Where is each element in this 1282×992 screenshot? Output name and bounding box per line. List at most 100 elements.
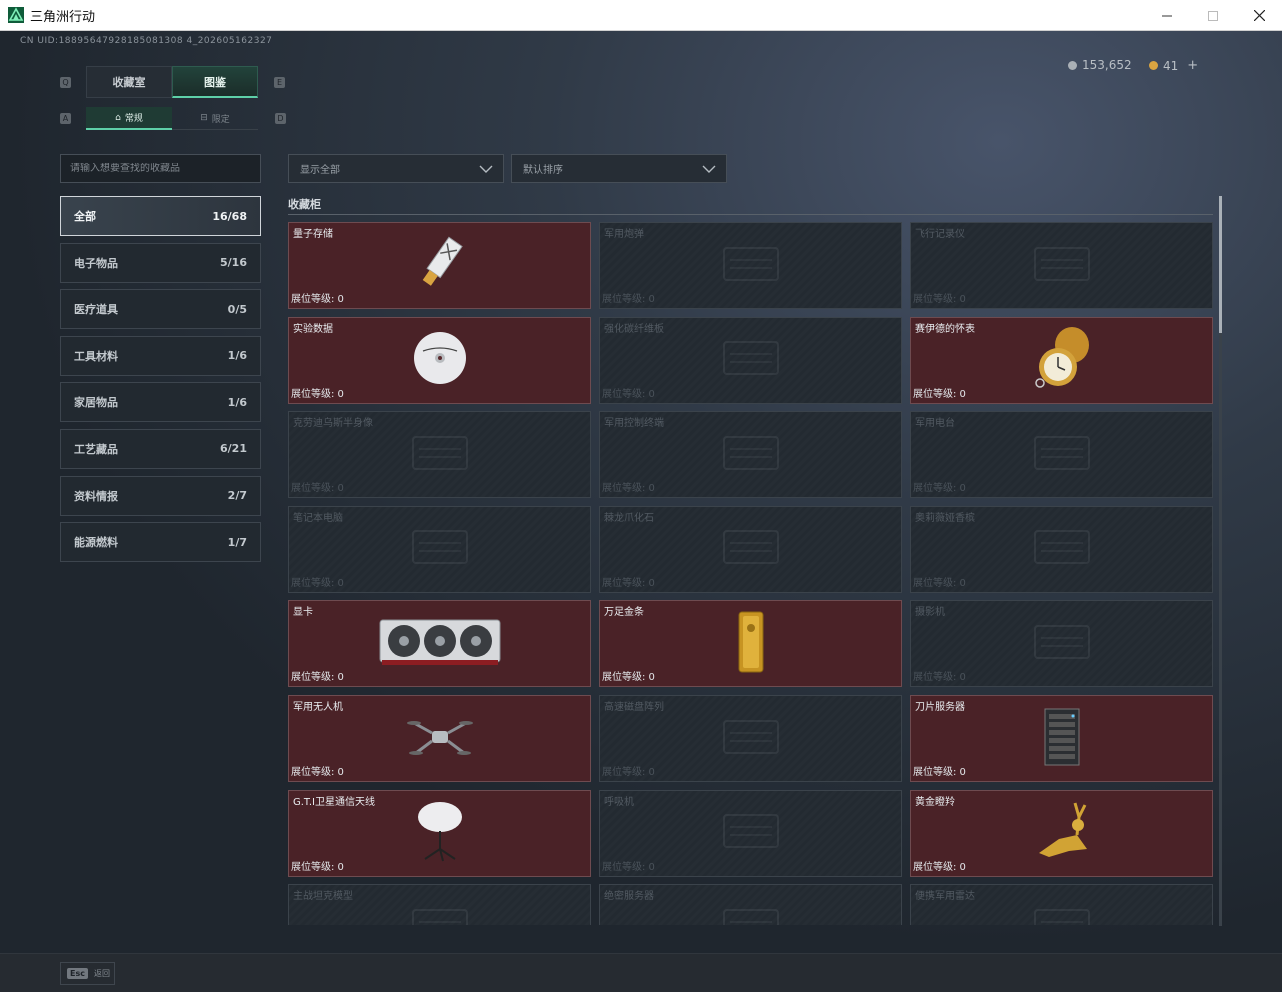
item-level: 展位等级: 0 [602, 672, 655, 684]
minimize-button[interactable] [1144, 0, 1190, 31]
app-logo-icon [8, 7, 24, 23]
maximize-button[interactable] [1190, 0, 1236, 31]
collection-item-card[interactable]: 实验数据 展位等级: 0 [288, 316, 591, 404]
item-level: 展位等级: 0 [602, 767, 655, 778]
category-name: 资料情报 [74, 489, 118, 503]
item-level: 展位等级: 0 [291, 294, 344, 305]
collection-item-card[interactable]: 笔记本电脑 展位等级: 0 [288, 505, 591, 593]
item-level: 展位等级: 0 [602, 483, 655, 495]
category-name: 电子物品 [74, 256, 118, 270]
item-name: 万足金条 [604, 607, 644, 619]
sub-tabs: ⌂ 常规 ⊟ 限定 [86, 107, 258, 130]
filter-dropdown-value: 显示全部 [300, 165, 340, 176]
key-hint-right-icon: E [274, 77, 285, 88]
item-name: 飞行记录仪 [915, 229, 965, 240]
search-box[interactable] [60, 154, 261, 183]
scrollbar-thumb[interactable] [1219, 196, 1222, 333]
category-count: 1/6 [227, 349, 247, 363]
currency-gold: 41 + [1149, 58, 1198, 73]
collection-item-card[interactable]: 克劳迪乌斯半身像 展位等级: 0 [288, 411, 591, 499]
flight-recorder-icon [1027, 240, 1097, 292]
champagne-icon [1027, 523, 1097, 575]
collection-item-card[interactable]: 呼吸机 展位等级: 0 [599, 789, 902, 877]
category-crafts[interactable]: 工艺藏品 6/21 [60, 428, 261, 469]
category-medical[interactable]: 医疗道具 0/5 [60, 289, 261, 330]
category-name: 全部 [74, 210, 96, 223]
sort-dropdown[interactable]: 默认排序 [511, 154, 727, 183]
tab-collection-room[interactable]: 收藏室 [86, 66, 172, 98]
filter-dropdown[interactable]: 显示全部 [288, 154, 504, 183]
collection-item-card[interactable]: 棘龙爪化石 展位等级: 0 [599, 505, 902, 593]
subtab-key-left-icon: A [60, 113, 71, 124]
category-all[interactable]: 全部 16/68 [60, 196, 261, 236]
collection-item-card[interactable]: 黄金瞪羚 展位等级: 0 [910, 789, 1213, 877]
collection-item-card[interactable]: 赛伊德的怀表 展位等级: 0 [910, 316, 1213, 404]
search-input[interactable] [70, 163, 260, 174]
fossil-icon [716, 523, 786, 575]
limited-icon: ⊟ [200, 113, 208, 123]
item-name: 便携军用雷达 [915, 891, 975, 903]
collection-item-card[interactable]: 显卡 展位等级: 0 [288, 600, 591, 688]
collection-item-card[interactable]: 便携军用雷达展位等级: 0 [910, 884, 1213, 925]
collection-item-card[interactable]: 万足金条展位等级: 0 [599, 600, 902, 688]
camera-icon [1027, 618, 1097, 670]
collection-item-card[interactable]: 奥莉薇娅香槟 展位等级: 0 [910, 505, 1213, 593]
item-name: 奥莉薇娅香槟 [915, 512, 975, 524]
category-name: 医疗道具 [74, 303, 118, 317]
player-uid: CN UID:18895647928185081308 4_2026051623… [20, 36, 273, 46]
gold-gazelle-icon [1029, 799, 1095, 867]
add-currency-button[interactable]: + [1187, 58, 1198, 73]
category-electronics[interactable]: 电子物品 5/16 [60, 242, 261, 283]
item-name: 主战坦克模型 [293, 891, 353, 903]
collection-item-card[interactable]: 量子存储 展位等级: 0 [288, 222, 591, 309]
collection-item-card[interactable]: 绝密服务器展位等级: 0 [599, 884, 902, 925]
collection-item-card[interactable]: 摄影机 展位等级: 0 [910, 600, 1213, 688]
shell-icon [716, 240, 786, 292]
category-count: 16/68 [212, 209, 247, 223]
back-label: 返回 [93, 969, 110, 978]
section-title: 收藏柜 [288, 198, 321, 211]
secret-server-icon [716, 902, 786, 925]
item-level: 展位等级: 0 [291, 672, 344, 684]
collection-item-card[interactable]: 军用无人机 展位等级: 0 [288, 695, 591, 782]
collection-item-card[interactable]: 军用炮弹 展位等级: 0 [599, 222, 902, 309]
collection-item-card[interactable]: G.T.I卫星通信天线 展位等级: 0 [288, 789, 591, 877]
category-intel[interactable]: 资料情报 2/7 [60, 475, 261, 516]
window-title: 三角洲行动 [30, 9, 96, 25]
terminal-icon [716, 429, 786, 481]
pocket-watch-icon [1030, 323, 1094, 397]
collection-item-card[interactable]: 军用控制终端 展位等级: 0 [599, 411, 902, 499]
item-level: 展位等级: 0 [602, 861, 655, 873]
subtab-limited-label: 限定 [211, 114, 230, 125]
collection-item-card[interactable]: 主战坦克模型展位等级: 0 [288, 884, 591, 925]
ventilator-icon [716, 807, 786, 859]
main-tabs: 收藏室 图鉴 [86, 66, 258, 98]
item-level: 展位等级: 0 [913, 483, 966, 495]
carbon-plate-icon [716, 334, 786, 386]
subtab-limited[interactable]: ⊟ 限定 [172, 107, 258, 130]
item-name: 强化碳纤维板 [604, 323, 664, 335]
drone-icon [406, 711, 474, 767]
server-icon [1037, 705, 1087, 773]
collection-item-card[interactable]: 高速磁盘阵列 展位等级: 0 [599, 695, 902, 782]
subtab-regular[interactable]: ⌂ 常规 [86, 107, 172, 130]
item-level: 展位等级: 0 [913, 388, 966, 400]
collection-item-card[interactable]: 军用电台 展位等级: 0 [910, 411, 1213, 499]
close-button[interactable] [1236, 0, 1282, 31]
item-name: 棘龙爪化石 [604, 512, 654, 524]
back-button[interactable]: Esc 返回 [60, 962, 115, 985]
bust-icon [405, 429, 475, 481]
category-energy[interactable]: 能源燃料 1/7 [60, 522, 261, 563]
minimize-icon [1162, 15, 1172, 16]
item-name: 军用无人机 [293, 702, 343, 713]
footer-bar: Esc 返回 [0, 953, 1282, 992]
collection-item-card[interactable]: 飞行记录仪 展位等级: 0 [910, 222, 1213, 309]
sort-dropdown-value: 默认排序 [523, 165, 563, 176]
category-household[interactable]: 家居物品 1/6 [60, 382, 261, 423]
category-tools[interactable]: 工具材料 1/6 [60, 335, 261, 376]
collection-item-card[interactable]: 强化碳纤维板 展位等级: 0 [599, 316, 902, 404]
tab-catalog[interactable]: 图鉴 [172, 66, 258, 98]
item-name: 军用炮弹 [604, 229, 644, 240]
item-name: 绝密服务器 [604, 891, 654, 903]
collection-item-card[interactable]: 刀片服务器 展位等级: 0 [910, 695, 1213, 782]
